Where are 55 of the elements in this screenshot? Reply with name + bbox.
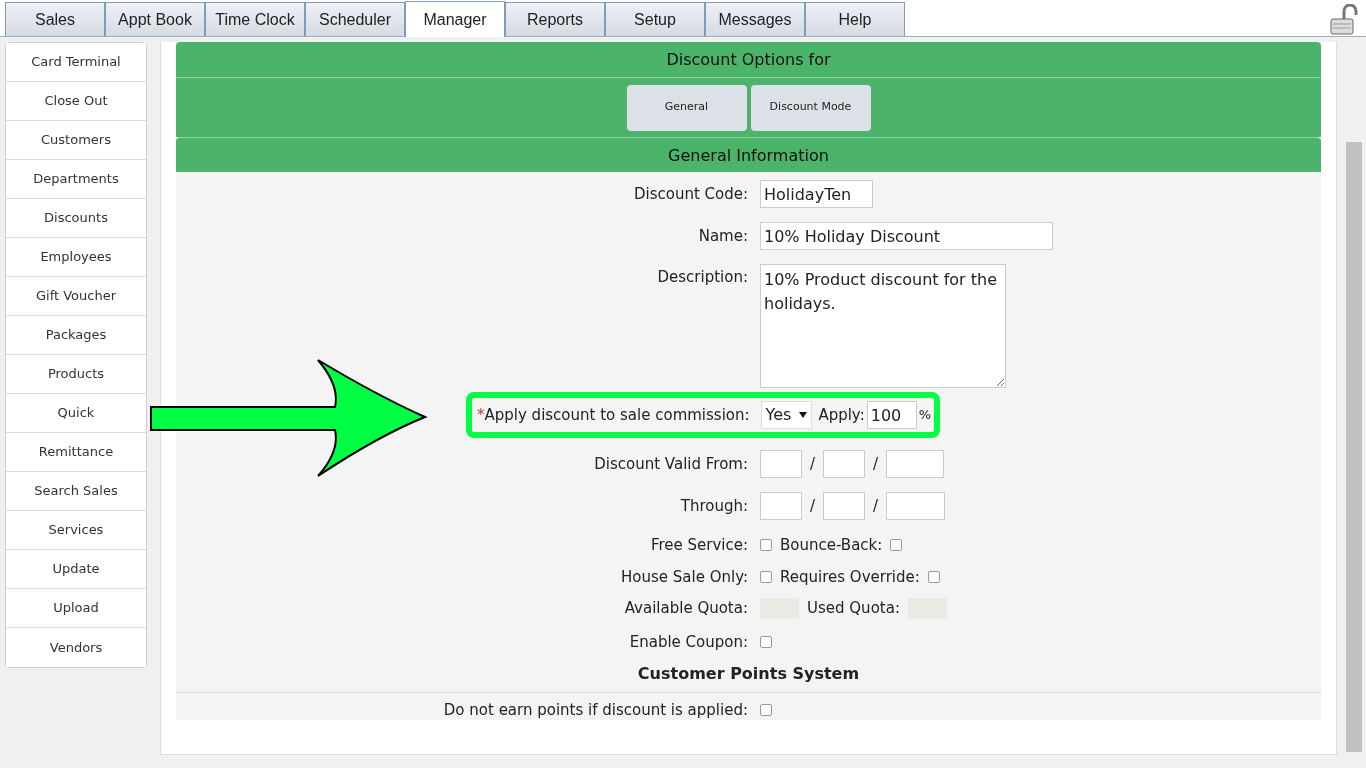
field-label: Bounce-Back: — [780, 535, 883, 556]
section-header: General Information — [176, 137, 1321, 172]
text-field[interactable]: HolidayTen — [760, 180, 873, 208]
select-field[interactable]: Yes — [760, 401, 813, 429]
separator: / — [873, 495, 879, 517]
field-label: Description: — [656, 267, 748, 288]
percent-field[interactable]: 100 — [866, 401, 917, 429]
caret-icon — [799, 412, 808, 418]
date-field[interactable] — [823, 450, 866, 478]
date-field[interactable] — [760, 450, 802, 478]
checkbox[interactable] — [760, 635, 772, 648]
lock-icon[interactable] — [1330, 4, 1360, 36]
section-button[interactable]: General — [626, 84, 747, 131]
tab[interactable]: Sales — [5, 2, 105, 36]
field-label: Requires Override: — [780, 566, 920, 588]
separator: / — [873, 453, 879, 475]
tab[interactable]: Manager — [405, 1, 505, 37]
tab[interactable]: Appt Book — [105, 2, 205, 36]
tab[interactable]: Reports — [505, 2, 605, 36]
text-field[interactable]: 10% Holiday Discount — [760, 222, 1053, 250]
field-label: *Apply discount to sale commission: — [477, 404, 750, 426]
separator: / — [810, 495, 816, 517]
unit-label: % — [918, 406, 932, 425]
date-field[interactable] — [886, 492, 946, 520]
date-field[interactable] — [823, 492, 866, 520]
sidebar-item[interactable]: Card Terminal — [6, 43, 146, 82]
tab[interactable]: Scheduler — [305, 2, 405, 36]
field-label: Do not earn points if discount is applied: — [442, 700, 748, 721]
description-field[interactable]: 10% Product discount for the holidays. — [760, 264, 1006, 388]
separator: / — [810, 453, 816, 475]
field-label: Discount Code: — [632, 183, 748, 205]
field-label: Enable Coupon: — [628, 631, 748, 653]
section-button[interactable]: Discount Mode — [750, 84, 871, 131]
field-label: Free Service: — [649, 535, 748, 556]
field-label: Discount Valid From: — [593, 453, 748, 475]
tab[interactable]: Setup — [605, 2, 705, 36]
date-field[interactable] — [760, 492, 802, 520]
checkbox[interactable] — [760, 704, 772, 717]
tab[interactable]: Time Clock — [205, 2, 305, 36]
field-label: Available Quota: — [623, 598, 748, 619]
field-label: Through: — [679, 495, 748, 517]
panel-header: Discount Options for — [176, 42, 1321, 77]
field-label: Name: — [697, 225, 748, 247]
checkbox[interactable] — [927, 570, 940, 583]
field-label: Apply: — [818, 404, 865, 426]
tab[interactable]: Messages — [705, 2, 805, 36]
section-heading: Customer Points System — [636, 663, 861, 685]
scroll-thumb[interactable] — [1346, 142, 1362, 752]
tab[interactable]: Help — [805, 2, 905, 36]
checkbox[interactable] — [760, 539, 772, 552]
field-label: House Sale Only: — [620, 566, 748, 588]
date-field[interactable] — [886, 450, 945, 478]
checkbox[interactable] — [890, 539, 903, 552]
checkbox[interactable] — [760, 570, 772, 583]
field-label: Used Quota: — [807, 598, 900, 619]
